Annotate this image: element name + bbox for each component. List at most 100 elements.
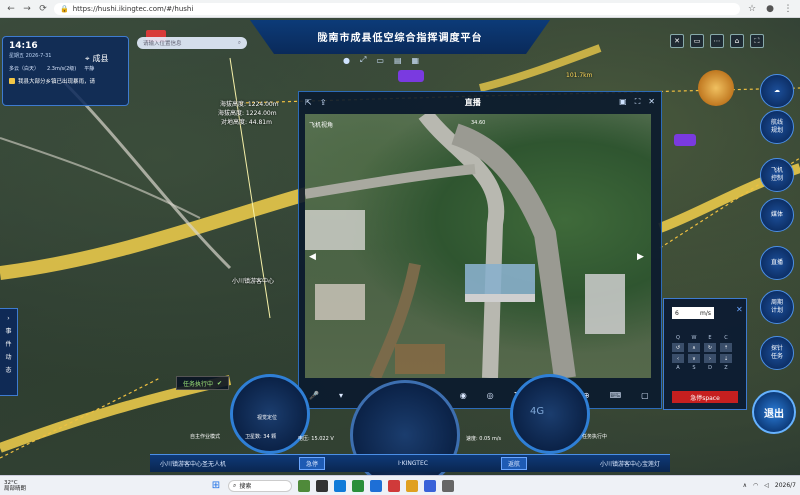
wifi-icon[interactable]: ◠ (753, 482, 758, 489)
speed-gauge (510, 374, 590, 454)
fullscreen-icon[interactable]: ⛶ (750, 34, 764, 48)
system-tray: ∧ ◠ ◁ 2026/7 (743, 482, 796, 489)
volume-icon[interactable]: ◁ (764, 482, 769, 489)
stop-button[interactable]: 急停 (299, 457, 326, 470)
next-arrow-icon[interactable]: ▶ (637, 252, 644, 262)
key-label: Q (676, 335, 680, 341)
emergency-stop-button[interactable]: 急停space (672, 391, 738, 403)
popout-icon[interactable]: ⇱ (305, 98, 312, 107)
polygon-tool-icon[interactable]: ▭ (376, 56, 384, 65)
live-video-panel: ⇱ ⇪ 直播 ▣ ⛶ ✕ 飞机视角 34.60 ◀ ▶ 🎤 ▾ ✢ (298, 91, 662, 409)
layer-icon[interactable]: ▤ (394, 56, 402, 65)
title-toolbar: ● ⤢ ▭ ▤ ▦ (343, 53, 419, 67)
cloud-icon[interactable]: ☁ (760, 74, 794, 108)
browser-toolbar: ← → ⟳ 🔒 https://hushi.ikingtec.com/#/hus… (0, 0, 800, 18)
right-drone-name: 小川镇游客中心宝莲灯 (599, 461, 660, 468)
menu-probe-task[interactable]: 探针 任务 (760, 336, 794, 370)
top-right-toolbar: ✕ ▭ ⋯ ⌂ ⛶ (670, 34, 764, 48)
app-icon[interactable] (370, 479, 382, 492)
heading-readout: 34.60 (471, 120, 486, 126)
ascend-key[interactable]: ⇡ (720, 343, 732, 352)
app-icon[interactable] (316, 479, 328, 492)
clock-time: 14:16 (9, 41, 38, 51)
menu-drone-control[interactable]: 飞机 控制 (760, 158, 794, 192)
rotate-left-key[interactable]: ↺ (672, 343, 684, 352)
event-tab-char: 事 (5, 328, 12, 335)
right-key[interactable]: › (704, 354, 716, 363)
speed-input[interactable]: 6 m/s (672, 307, 714, 319)
app-icon[interactable] (406, 479, 418, 492)
keyboard-control-panel: 6 m/s ✕ Q W E C ↺ ∧ ↻ ⇡ ‹ ∨ › ⇣ A S D Z … (663, 298, 747, 410)
drone-station-icon[interactable] (698, 70, 734, 106)
star-icon[interactable]: ☆ (746, 4, 758, 14)
profile-icon[interactable]: ● (764, 4, 776, 14)
menu-periodic-plan[interactable]: 周期 计划 (760, 290, 794, 324)
app-icon[interactable] (334, 479, 346, 492)
map-marker-icon[interactable] (398, 70, 424, 82)
alert-text: 我县大部分乡镇已出现暴雨，请 (18, 79, 96, 85)
snapshot-icon[interactable]: ▣ (619, 97, 627, 107)
key-label: S (692, 365, 696, 371)
app-icon[interactable] (388, 479, 400, 492)
exit-button[interactable]: 退出 (752, 390, 796, 434)
return-home-button[interactable]: 返航 (500, 457, 527, 470)
forward-icon[interactable]: → (22, 4, 32, 14)
elevation-readout: 海拔高度: 1224.00m (218, 110, 277, 117)
app-icon[interactable] (442, 479, 454, 492)
left-key[interactable]: ‹ (672, 354, 684, 363)
screen-icon[interactable]: ▭ (690, 34, 704, 48)
satellite-count: 卫星数: 34 颗 (245, 434, 277, 440)
share-icon[interactable]: ⇪ (320, 98, 327, 107)
search-icon[interactable]: ⌕ (238, 40, 241, 47)
backward-key[interactable]: ∨ (688, 354, 700, 363)
taskbar-clock[interactable]: 2026/7 (775, 482, 796, 489)
back-icon[interactable]: ← (6, 4, 16, 14)
map-place-label: 小川镇游客中心 (232, 278, 275, 285)
weather-row: 多云（白天） 2.3m/s(2级) 平静 (9, 65, 122, 72)
windows-start-icon[interactable]: ⊞ (210, 480, 222, 492)
flight-dashboard: 自主作业模式 卫星数: 34 颗 视觉定位 电压: 15.022 V 速度: 0… (150, 374, 670, 490)
close-icon[interactable]: ✕ (736, 305, 743, 314)
city-selector[interactable]: ⌖ 成县 (85, 53, 109, 64)
alert-notice[interactable]: 我县大部分乡镇已出现暴雨，请 (9, 77, 122, 85)
app-icon[interactable] (352, 479, 364, 492)
line-tool-icon[interactable]: ⤢ (360, 55, 366, 65)
event-feed-tab[interactable]: › 事 件 动 态 (0, 308, 18, 396)
menu-media[interactable]: 媒体 (760, 198, 794, 232)
measure-icon[interactable]: ▦ (412, 56, 420, 65)
event-tab-char: 态 (5, 367, 12, 374)
ground-speed: 速度: 0.05 m/s (466, 436, 502, 442)
descend-key[interactable]: ⇣ (720, 354, 732, 363)
lock-icon: 🔒 (60, 4, 69, 13)
rotate-right-key[interactable]: ↻ (704, 343, 716, 352)
map-marker-icon[interactable] (674, 134, 696, 146)
taskbar-weather[interactable]: 32°C 局部晴朗 (4, 480, 54, 492)
location-search-input[interactable]: 请输入位置信息 ⌕ (137, 37, 247, 49)
chevron-up-icon[interactable]: ∧ (743, 482, 747, 489)
menu-icon[interactable]: ⋮ (782, 4, 794, 14)
forward-key[interactable]: ∧ (688, 343, 700, 352)
video-scene (305, 114, 625, 378)
app-icon[interactable] (298, 479, 310, 492)
reload-icon[interactable]: ⟳ (38, 4, 48, 14)
taskbar-search[interactable]: ⌕ 搜索 (228, 479, 292, 492)
key-label: Z (724, 365, 728, 371)
live-panel-header: ⇱ ⇪ 直播 ▣ ⛶ ✕ (299, 92, 661, 112)
relative-height-readout: 对地高度: 44.81m (221, 119, 272, 126)
drone-video-feed[interactable]: 飞机视角 34.60 ◀ ▶ (305, 114, 651, 378)
app-icon[interactable] (424, 479, 436, 492)
menu-live[interactable]: 直播 (760, 246, 794, 280)
address-bar[interactable]: 🔒 https://hushi.ikingtec.com/#/hushi (54, 2, 740, 15)
point-icon[interactable]: ● (343, 56, 350, 65)
prev-arrow-icon[interactable]: ◀ (309, 252, 316, 262)
mute-icon[interactable]: ✕ (670, 34, 684, 48)
menu-route-planning[interactable]: 航线 规划 (760, 110, 794, 144)
more-icon[interactable]: ⋯ (710, 34, 724, 48)
weather-info-panel: 14:16 星期五 2026-7-31 ⌖ 成县 多云（白天） 2.3m/s(2… (2, 36, 129, 106)
expand-icon[interactable]: ⛶ (635, 97, 641, 107)
close-icon[interactable]: ✕ (648, 97, 655, 107)
windows-taskbar: 32°C 局部晴朗 ⊞ ⌕ 搜索 ∧ ◠ ◁ 2026/7 (0, 475, 800, 495)
camera-view-label: 飞机视角 (309, 122, 334, 129)
weather-condition: 多云（白天） (9, 66, 40, 72)
home-icon[interactable]: ⌂ (730, 34, 744, 48)
